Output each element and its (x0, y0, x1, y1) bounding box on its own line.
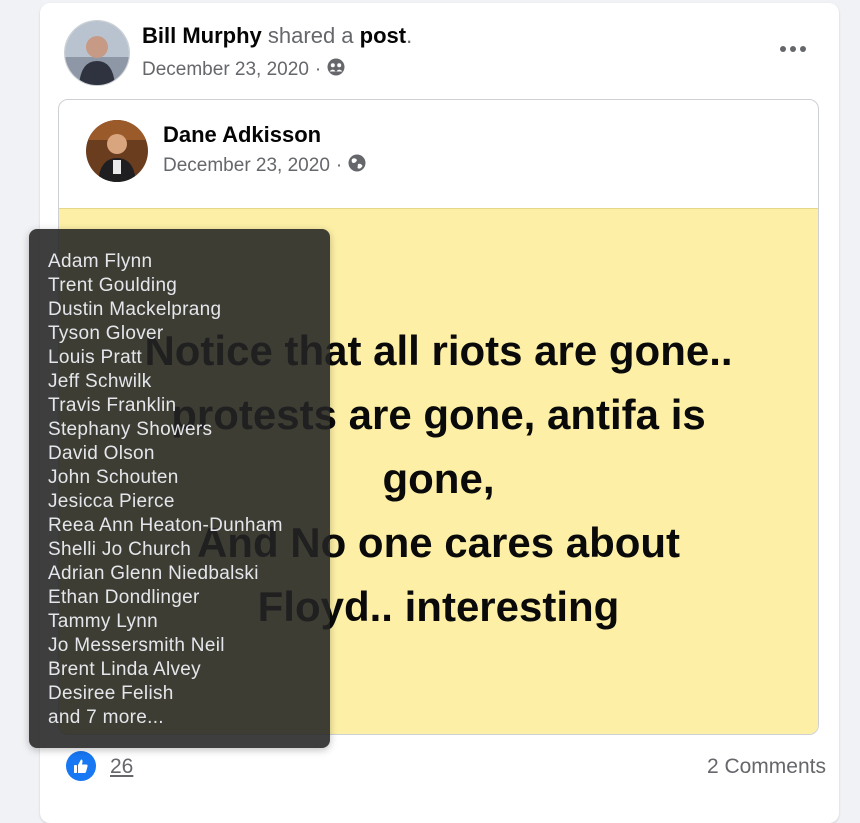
reactor-name: Reea Ann Heaton-Dunham (48, 515, 283, 536)
post-meta: December 23, 2020 · (142, 58, 345, 82)
globe-icon (348, 154, 366, 178)
reactor-name: Ethan Dondlinger (48, 587, 200, 608)
reactor-name: Dustin Mackelprang (48, 299, 222, 320)
more-dot-icon (800, 46, 806, 52)
reactor-name: Travis Franklin (48, 395, 177, 416)
more-reactors-text: and 7 more... (48, 707, 164, 728)
comments-link[interactable]: 2 Comments (707, 755, 826, 779)
header-period: . (406, 23, 413, 48)
reactor-name: Tammy Lynn (48, 611, 158, 632)
reactor-name: Jesicca Pierce (48, 491, 175, 512)
more-dot-icon (780, 46, 786, 52)
reactor-name: Adam Flynn (48, 251, 153, 272)
more-dot-icon (790, 46, 796, 52)
reactor-name: Trent Goulding (48, 275, 178, 296)
share-action-text: shared a (267, 23, 354, 48)
author-link[interactable]: Bill Murphy (142, 23, 262, 48)
reactor-name: Stephany Showers (48, 419, 213, 440)
reactor-name: John Schouten (48, 467, 179, 488)
reactor-name: Desiree Felish (48, 683, 174, 704)
reactions-tooltip: Adam Flynn Trent Goulding Dustin Mackelp… (29, 229, 330, 748)
thumbs-up-icon[interactable] (66, 751, 96, 781)
shared-post-meta: December 23, 2020 · (163, 154, 366, 178)
shared-timestamp-link[interactable]: December 23, 2020 (163, 155, 330, 177)
reactor-name: Adrian Glenn Niedbalski (48, 563, 259, 584)
more-options-button[interactable] (775, 39, 811, 59)
share-header-text: Bill Murphy shared a post. (142, 23, 412, 49)
reactions-bar: 26 2 Comments (66, 751, 826, 787)
avatar[interactable] (64, 20, 130, 86)
reactor-name: Shelli Jo Church (48, 539, 192, 560)
reactor-name: Jeff Schwilk (48, 371, 152, 392)
shared-author-link[interactable]: Dane Adkisson (163, 122, 321, 148)
shared-avatar[interactable] (86, 120, 148, 182)
reactor-name: Louis Pratt (48, 347, 143, 368)
reactor-name: Tyson Glover (48, 323, 164, 344)
reactor-name: Jo Messersmith Neil (48, 635, 225, 656)
meta-separator: · (314, 59, 322, 80)
meta-separator: · (335, 155, 343, 176)
reactor-name: Brent Linda Alvey (48, 659, 201, 680)
reactor-name: David Olson (48, 443, 155, 464)
friends-icon (327, 58, 345, 82)
timestamp-link[interactable]: December 23, 2020 (142, 59, 309, 81)
post-link[interactable]: post (360, 23, 406, 48)
like-count[interactable]: 26 (110, 755, 133, 779)
